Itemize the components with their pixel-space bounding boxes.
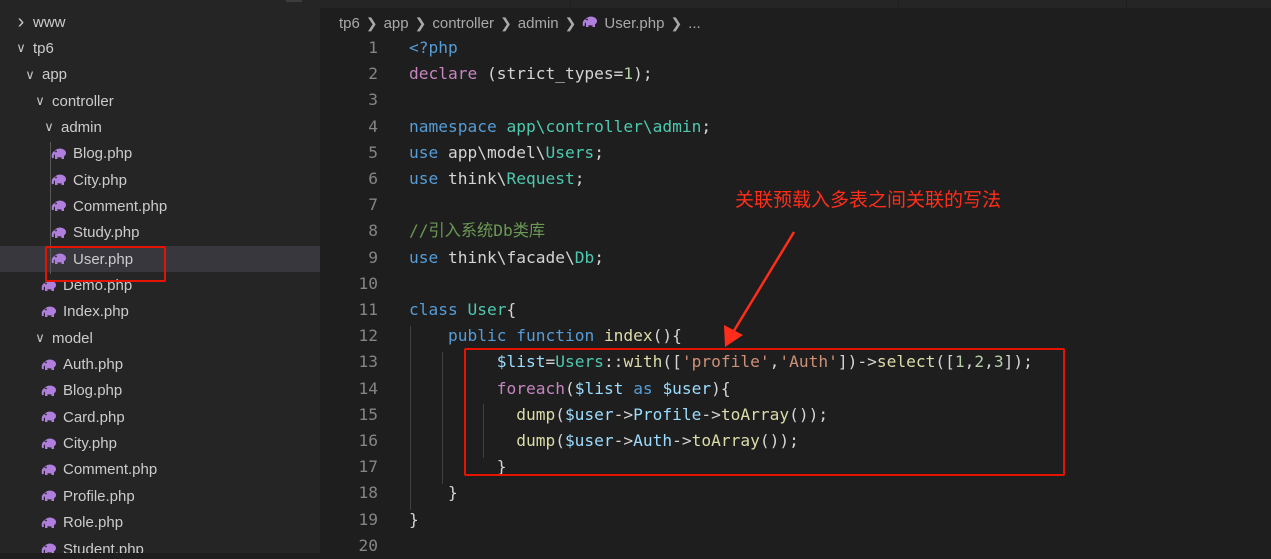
tree-file[interactable]: Comment.php [0,193,320,219]
tree-item-label: Card.php [63,408,125,426]
tree-folder[interactable]: ∨ controller [0,88,320,114]
php-elephant-icon [41,517,57,529]
tree-file[interactable]: Study.php [0,220,320,246]
tree-file[interactable]: Comment.php [0,457,320,483]
tree-folder[interactable]: ∨ tp6 [0,35,320,61]
tree-folder[interactable]: › www [0,9,320,35]
tree-item-label: Student.php [63,540,144,554]
tree-item-label: www [33,13,66,31]
tree-item-label: admin [61,118,102,136]
tree-folder[interactable]: ∨ admin [0,114,320,140]
tree-item-label: Blog.php [73,145,133,163]
tree-item-label: model [52,329,93,347]
chevron-right-icon: › [17,11,25,33]
tree-folder[interactable]: ∨ app [0,62,320,88]
tree-item-label: Comment.php [63,461,158,479]
php-elephant-icon [51,200,67,212]
tree-file[interactable]: Blog.php [0,378,320,404]
php-elephant-icon [41,543,57,553]
tree-folder[interactable]: ∨ model [0,325,320,351]
php-elephant-icon [51,148,67,160]
tree-item-label: Profile.php [63,487,135,505]
tree-file[interactable]: City.php [0,167,320,193]
tree-file[interactable]: Role.php [0,510,320,536]
php-elephant-icon [41,306,57,318]
chevron-down-icon: ∨ [35,330,45,346]
tree-item-label: Auth.php [63,356,124,374]
tree-item-label: City.php [63,435,117,453]
tree-file[interactable]: Auth.php [0,352,320,378]
php-elephant-icon [41,411,57,423]
tree-item-label: app [42,66,68,84]
code-editor[interactable]: tp6 ❯ app ❯ controller ❯ admin ❯ User.ph… [320,0,1271,555]
chevron-down-icon: ∨ [44,119,54,135]
chevron-down-icon: ∨ [16,40,26,56]
tree-item-label: tp6 [33,39,54,57]
php-elephant-icon [41,359,57,371]
tree-item-label: controller [52,92,114,110]
tree-item-label: Blog.php [63,382,123,400]
tree-item-label: Index.php [63,303,129,321]
selected-file-highlight [45,246,166,282]
php-elephant-icon [41,490,57,502]
file-explorer: › www ∨ tp6 ∨ app ∨ controller ∨ admin Blog.php Cit… [0,0,320,553]
tree-file[interactable]: Blog.php [0,141,320,167]
php-elephant-icon [41,385,57,397]
php-elephant-icon [51,227,67,239]
tree-file[interactable]: Profile.php [0,483,320,509]
tree-file[interactable]: Student.php [0,536,320,553]
tree-item-label: City.php [73,171,127,189]
tree-item-label: Comment.php [73,197,168,215]
tree-item-label: Role.php [63,514,124,532]
php-elephant-icon [41,438,57,450]
chevron-down-icon: ∨ [25,66,35,82]
annotation-arrow [724,231,796,347]
php-elephant-icon [41,464,57,476]
tree-file[interactable]: Card.php [0,404,320,430]
tree-file[interactable]: Index.php [0,299,320,325]
explorer-toolbar-edge [286,0,302,2]
tree-item-label: Study.php [73,224,140,242]
php-elephant-icon [51,174,67,186]
chevron-down-icon: ∨ [35,93,45,109]
tree-file[interactable]: City.php [0,431,320,457]
